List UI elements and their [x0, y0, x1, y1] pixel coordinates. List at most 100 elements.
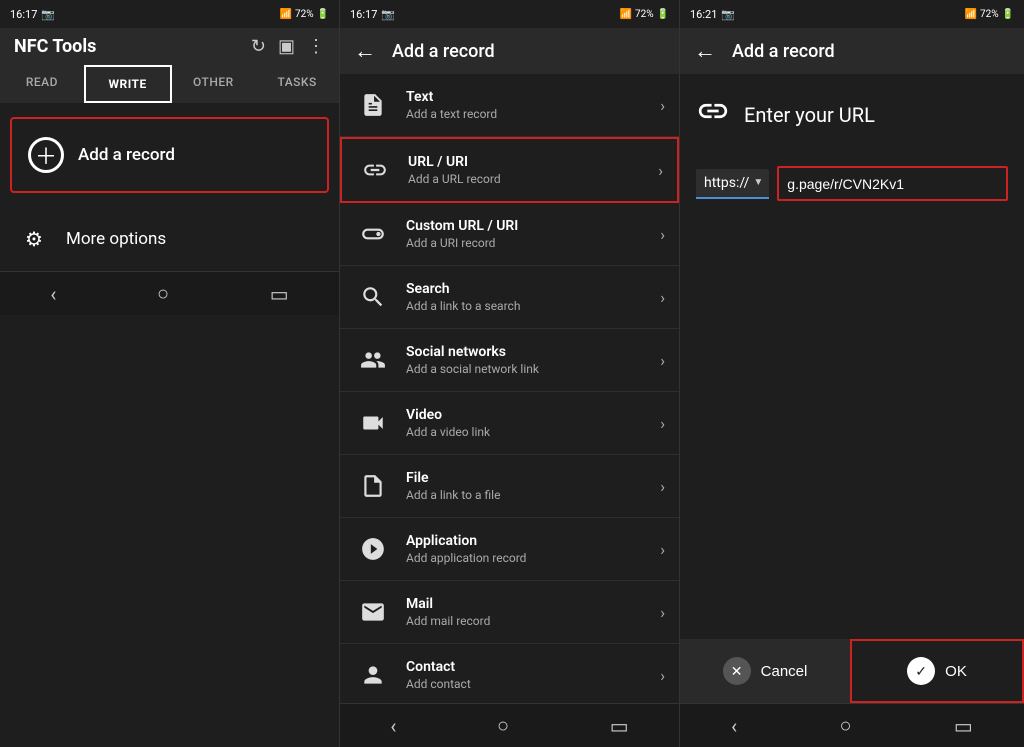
record-text-sub: Add a text record: [406, 107, 660, 121]
url-scheme-text: https://: [704, 175, 749, 191]
record-social-title: Social networks: [406, 344, 660, 360]
recents-nav-btn-2[interactable]: ▭: [610, 714, 629, 738]
tab-write[interactable]: WRITE: [84, 65, 172, 103]
url-path-input[interactable]: [787, 176, 998, 192]
record-search-sub: Add a link to a search: [406, 299, 660, 313]
tab-tasks[interactable]: TASKS: [255, 65, 339, 103]
nav-header-2: ← Add a record: [340, 28, 679, 74]
chevron-icon-mail: ›: [660, 603, 665, 622]
tab-read[interactable]: READ: [0, 65, 84, 103]
cancel-button[interactable]: ✕ Cancel: [680, 639, 850, 703]
cancel-icon-circle: ✕: [723, 657, 751, 685]
record-item-contact[interactable]: Contact Add contact ›: [340, 644, 679, 703]
chevron-icon-url: ›: [658, 161, 663, 180]
panel-write: 16:17 📷 📶 72% 🔋 NFC Tools ↻ ▣ ⋮ READ WRI…: [0, 0, 340, 747]
chevron-icon-contact: ›: [660, 666, 665, 685]
tab-other[interactable]: OTHER: [172, 65, 256, 103]
app-title: NFC Tools: [14, 36, 96, 57]
application-icon: [354, 530, 392, 568]
record-item-url[interactable]: URL / URI Add a URL record ›: [340, 137, 679, 203]
record-item-search[interactable]: Search Add a link to a search ›: [340, 266, 679, 329]
more-options-button[interactable]: ⚙ More options: [0, 207, 339, 271]
back-nav-btn[interactable]: ‹: [50, 282, 56, 306]
record-contact-title: Contact: [406, 659, 660, 675]
record-file-title: File: [406, 470, 660, 486]
panel3-title: Add a record: [732, 41, 835, 62]
record-video-sub: Add a video link: [406, 425, 660, 439]
record-contact-sub: Add contact: [406, 677, 660, 691]
panel-add-record: 16:17 📷 📶 72% 🔋 ← Add a record Text Add …: [340, 0, 680, 747]
search-icon: [354, 278, 392, 316]
file-icon: [354, 467, 392, 505]
add-record-button[interactable]: ＋ Add a record: [10, 117, 329, 193]
nfc-icon[interactable]: ▣: [278, 36, 295, 57]
ok-icon-circle: ✓: [907, 657, 935, 685]
custom-url-icon: [354, 215, 392, 253]
bottom-nav-2: ‹ ○ ▭: [340, 703, 679, 747]
cancel-label: Cancel: [761, 663, 808, 680]
video-icon: [354, 404, 392, 442]
chevron-icon-file: ›: [660, 477, 665, 496]
url-scheme-selector[interactable]: https:// ▼: [696, 169, 769, 199]
back-button-2[interactable]: ←: [354, 38, 376, 64]
record-item-video[interactable]: Video Add a video link ›: [340, 392, 679, 455]
add-record-label: Add a record: [78, 145, 175, 165]
chevron-icon-app: ›: [660, 540, 665, 559]
tab-bar: READ WRITE OTHER TASKS: [0, 65, 339, 103]
record-item-social[interactable]: Social networks Add a social network lin…: [340, 329, 679, 392]
record-item-custom-url[interactable]: Custom URL / URI Add a URI record ›: [340, 203, 679, 266]
recents-nav-btn[interactable]: ▭: [270, 282, 289, 306]
back-button-3[interactable]: ←: [694, 38, 716, 64]
record-text-title: Text: [406, 89, 660, 105]
more-options-label: More options: [66, 229, 166, 249]
record-item-application[interactable]: Application Add application record ›: [340, 518, 679, 581]
url-input-row: https:// ▼: [680, 156, 1024, 211]
chevron-icon: ›: [660, 96, 665, 115]
enter-url-label: Enter your URL: [744, 103, 875, 127]
dropdown-arrow-icon: ▼: [753, 177, 763, 188]
record-url-title: URL / URI: [408, 154, 658, 170]
record-mail-sub: Add mail record: [406, 614, 660, 628]
record-item-text[interactable]: Text Add a text record ›: [340, 74, 679, 137]
ok-button[interactable]: ✓ OK: [850, 639, 1024, 703]
record-list: Text Add a text record › URL / URI Add a…: [340, 74, 679, 703]
record-url-sub: Add a URL record: [408, 172, 658, 186]
record-item-file[interactable]: File Add a link to a file ›: [340, 455, 679, 518]
refresh-icon[interactable]: ↻: [251, 36, 266, 57]
record-app-sub: Add application record: [406, 551, 660, 565]
record-video-title: Video: [406, 407, 660, 423]
add-record-icon: ＋: [28, 137, 64, 173]
url-path-wrapper: [777, 166, 1008, 201]
dialog-actions: ✕ Cancel ✓ OK: [680, 639, 1024, 703]
panel2-title: Add a record: [392, 41, 495, 62]
bottom-nav-3: ‹ ○ ▭: [680, 703, 1024, 747]
chevron-icon-custom: ›: [660, 225, 665, 244]
mail-icon: [354, 593, 392, 631]
record-mail-title: Mail: [406, 596, 660, 612]
nav-header-3: ← Add a record: [680, 28, 1024, 74]
settings-icon: ⚙: [16, 221, 52, 257]
contact-icon: [354, 656, 392, 694]
status-time-1: 16:17 📷: [10, 8, 55, 21]
more-icon[interactable]: ⋮: [307, 36, 325, 57]
home-nav-btn[interactable]: ○: [157, 281, 169, 306]
status-bar-3: 16:21 📷 📶 72% 🔋: [680, 0, 1024, 28]
recents-nav-btn-3[interactable]: ▭: [954, 714, 973, 738]
back-nav-btn-2[interactable]: ‹: [390, 714, 396, 738]
status-bar-1: 16:17 📷 📶 72% 🔋: [0, 0, 339, 28]
back-nav-btn-3[interactable]: ‹: [731, 714, 737, 738]
social-icon: [354, 341, 392, 379]
home-nav-btn-3[interactable]: ○: [840, 713, 852, 738]
home-nav-btn-2[interactable]: ○: [497, 713, 509, 738]
bottom-nav-1: ‹ ○ ▭: [0, 271, 339, 315]
app-header: NFC Tools ↻ ▣ ⋮: [0, 28, 339, 65]
status-bar-2: 16:17 📷 📶 72% 🔋: [340, 0, 679, 28]
chevron-icon-video: ›: [660, 414, 665, 433]
record-item-mail[interactable]: Mail Add mail record ›: [340, 581, 679, 644]
record-app-title: Application: [406, 533, 660, 549]
text-icon: [354, 86, 392, 124]
chevron-icon-social: ›: [660, 351, 665, 370]
chevron-icon-search: ›: [660, 288, 665, 307]
panel-enter-url: 16:21 📷 📶 72% 🔋 ← Add a record Enter you…: [680, 0, 1024, 747]
record-social-sub: Add a social network link: [406, 362, 660, 376]
